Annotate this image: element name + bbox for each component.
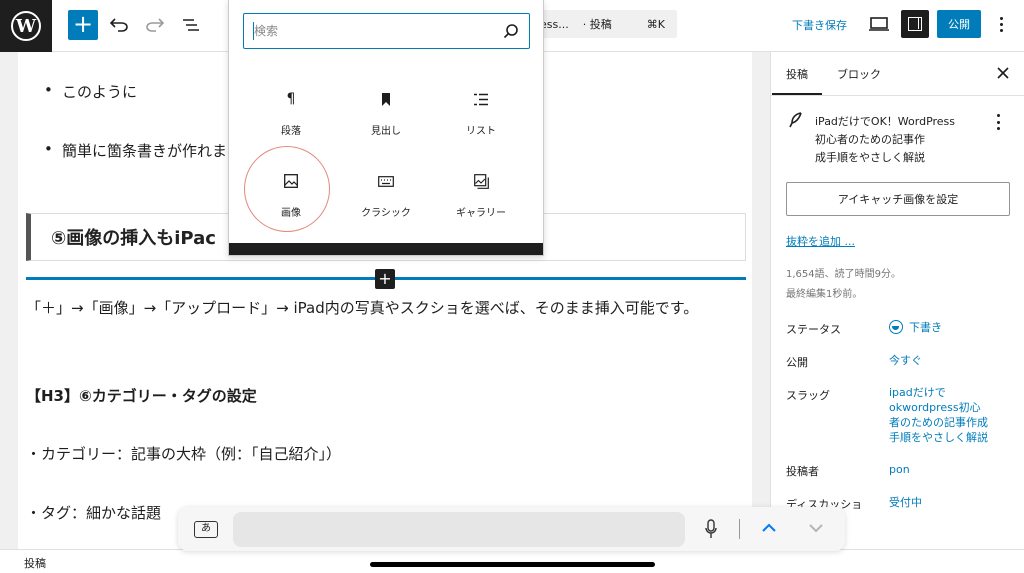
close-sidebar-button[interactable] bbox=[997, 64, 1009, 83]
wordpress-logo-button[interactable]: W bbox=[0, 0, 52, 52]
predictive-text-field[interactable] bbox=[233, 512, 685, 547]
block-option-label: クラシック bbox=[361, 208, 411, 219]
tab-post[interactable]: 投稿 bbox=[772, 66, 822, 95]
heading-bookmark-icon bbox=[378, 90, 394, 108]
heading-text: ⑤画像の挿入もiPac bbox=[51, 228, 216, 249]
author-label: 投稿者 bbox=[786, 465, 819, 478]
search-icon bbox=[503, 24, 518, 39]
block-inserter-toggle-button[interactable]: + bbox=[68, 10, 98, 40]
command-shortcut: ⌘K bbox=[646, 17, 665, 31]
post-title-line: 初心者のための記事作 bbox=[815, 133, 925, 146]
status-value-button[interactable]: 下書き bbox=[909, 320, 942, 335]
draft-status-icon bbox=[889, 320, 903, 334]
more-vertical-icon bbox=[999, 16, 1003, 20]
redo-icon bbox=[146, 18, 164, 32]
list-item[interactable]: 簡単に箇条書きが作れま bbox=[44, 140, 227, 161]
document-overview-button[interactable] bbox=[178, 12, 204, 38]
slug-value-line[interactable]: 者のための記事作成 bbox=[889, 415, 988, 430]
gallery-icon bbox=[473, 172, 489, 190]
annotation-highlight-circle bbox=[244, 146, 330, 232]
input-language-button[interactable]: あ bbox=[194, 521, 218, 538]
list-view-icon bbox=[183, 19, 199, 31]
list-icon bbox=[473, 90, 489, 108]
inserter-search-box[interactable] bbox=[243, 13, 530, 49]
block-option-heading[interactable]: 見出し bbox=[336, 78, 436, 150]
paragraph-block[interactable]: ・カテゴリー：記事の大枠（例：「自己紹介」） bbox=[26, 440, 744, 469]
post-actions-button[interactable] bbox=[997, 114, 1001, 130]
preview-button[interactable] bbox=[869, 12, 891, 36]
inserter-search-input[interactable] bbox=[254, 22, 484, 40]
tab-block[interactable]: ブロック bbox=[837, 66, 881, 82]
more-vertical-icon bbox=[997, 114, 1000, 117]
add-excerpt-link[interactable]: 抜粋を追加 ... bbox=[786, 233, 855, 249]
block-option-label: 段落 bbox=[281, 126, 301, 137]
insertion-point-add-button[interactable]: + bbox=[375, 269, 395, 289]
document-title-bar[interactable]: ess... · 投稿 ⌘K bbox=[540, 10, 677, 38]
post-title-line: 成手順をやさしく解説 bbox=[815, 151, 925, 164]
paragraph-block[interactable]: 【H3】⑥カテゴリー・タグの設定 bbox=[26, 382, 744, 411]
author-value-button[interactable]: pon bbox=[889, 462, 910, 477]
microphone-icon[interactable] bbox=[705, 519, 717, 539]
sidebar-icon bbox=[908, 17, 922, 31]
slug-value-line[interactable]: okwordpress初心 bbox=[889, 400, 981, 415]
desktop-preview-icon bbox=[869, 17, 889, 31]
block-option-list[interactable]: リスト bbox=[431, 78, 531, 150]
settings-toggle-button[interactable] bbox=[901, 10, 929, 38]
block-breadcrumb-footer: 投稿 bbox=[0, 549, 1024, 573]
word-count: 1,654語、読了時間9分。 bbox=[786, 269, 901, 280]
block-option-label: リスト bbox=[466, 126, 496, 137]
breadcrumb-item[interactable]: 投稿 bbox=[24, 555, 46, 571]
block-option-classic[interactable]: クラシック bbox=[336, 160, 436, 232]
discussion-value-button[interactable]: 受付中 bbox=[889, 495, 922, 510]
settings-sidebar: 投稿 ブロック iPadだけでOK！WordPress 初心者のための記事作 成… bbox=[770, 52, 1024, 549]
slug-value-line[interactable]: 手順をやさしく解説 bbox=[889, 430, 988, 445]
status-label: ステータス bbox=[786, 323, 841, 336]
block-option-label: 見出し bbox=[371, 126, 401, 137]
list-item[interactable]: このように bbox=[44, 81, 137, 102]
block-option-label: ギャラリー bbox=[456, 208, 506, 219]
options-menu-button[interactable] bbox=[994, 12, 1008, 36]
undo-icon bbox=[110, 18, 128, 32]
block-option-gallery[interactable]: ギャラリー bbox=[431, 160, 531, 232]
close-icon bbox=[997, 67, 1009, 79]
publish-button[interactable]: 公開 bbox=[937, 10, 981, 38]
keyboard-icon bbox=[378, 172, 394, 190]
chevron-down-icon[interactable] bbox=[808, 520, 824, 536]
post-title-line: iPadだけでOK！WordPress bbox=[815, 115, 956, 128]
redo-button[interactable] bbox=[142, 12, 168, 38]
set-featured-image-button[interactable]: アイキャッチ画像を設定 bbox=[786, 182, 1010, 216]
sidebar-tabs: 投稿 ブロック bbox=[771, 52, 1024, 96]
publish-date-button[interactable]: 今すぐ bbox=[889, 353, 922, 368]
document-type: · 投稿 bbox=[582, 18, 612, 31]
paragraph-icon: ¶ bbox=[286, 91, 296, 107]
browse-all-bar[interactable] bbox=[229, 243, 543, 255]
paragraph-block[interactable]: 「＋」→「画像」→「アップロード」→ iPad内の写真やスクショを選べば、そのま… bbox=[26, 294, 744, 323]
save-draft-button[interactable]: 下書き保存 bbox=[792, 17, 847, 33]
divider bbox=[739, 519, 740, 539]
chevron-up-icon[interactable] bbox=[761, 520, 777, 536]
undo-button[interactable] bbox=[106, 12, 132, 38]
keyboard-shortcut-bar: あ bbox=[178, 507, 845, 551]
home-indicator[interactable] bbox=[370, 562, 655, 567]
slug-label: スラッグ bbox=[786, 389, 830, 402]
slug-value-line[interactable]: ipadだけで bbox=[889, 385, 946, 400]
wordpress-logo-icon: W bbox=[11, 11, 41, 41]
block-option-paragraph[interactable]: ¶ 段落 bbox=[241, 78, 341, 150]
publish-label: 公開 bbox=[786, 356, 808, 369]
post-feather-icon bbox=[789, 112, 802, 128]
last-edited: 最終編集1秒前。 bbox=[786, 289, 863, 300]
document-title: ess... bbox=[540, 17, 569, 31]
